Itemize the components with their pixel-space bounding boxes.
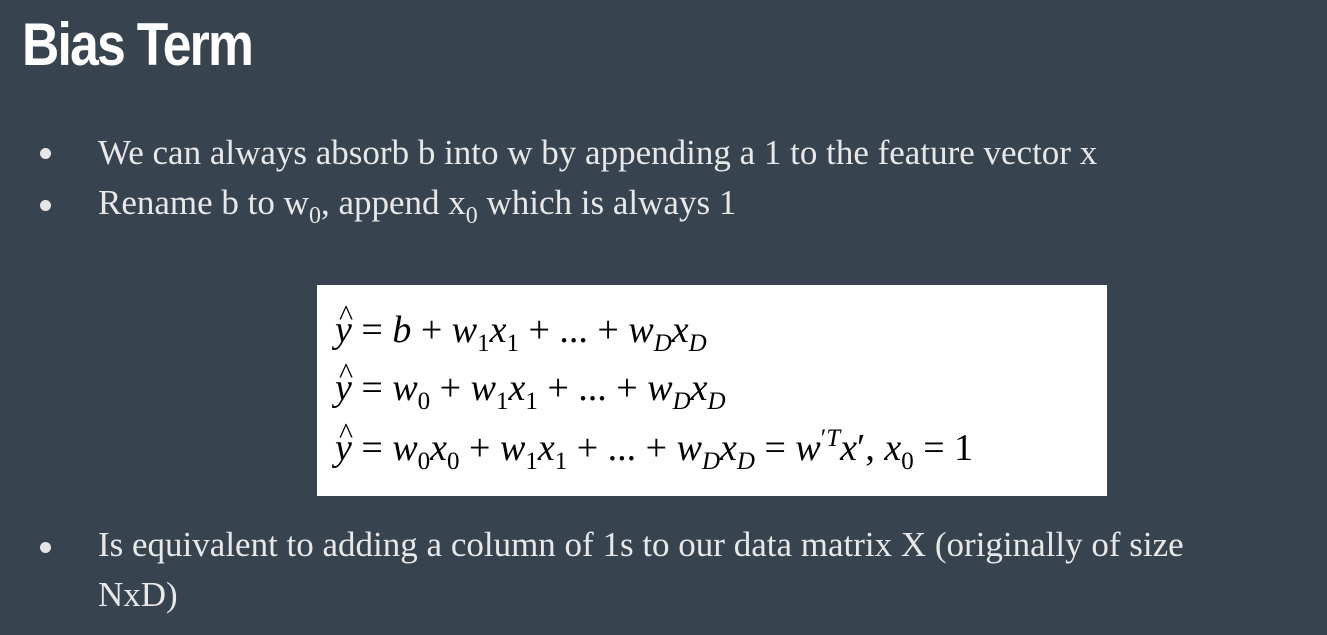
bullet-text-part: which is always 1 [477, 183, 737, 222]
bullet-text: We can always absorb b into w by appendi… [98, 133, 1098, 172]
slide-title: Bias Term [22, 11, 254, 78]
equation-line-1: y = b + w1x1 + ... + wDxD [335, 293, 707, 356]
bullet-dot-icon [40, 200, 51, 211]
bullet-dot-icon [40, 542, 51, 553]
bullet-text-line-2: NxD) [98, 575, 178, 614]
bullet-dot-icon [40, 148, 51, 159]
bullet-text-line-1: Is equivalent to adding a column of 1s t… [98, 525, 1184, 564]
equation-box: y = b + w1x1 + ... + wDxD y = w0 + w1x1 … [317, 285, 1107, 496]
equation-line-3: y = w0x0 + w1x1 + ... + wDxD = w′Tx′, x0… [335, 411, 973, 474]
bullet-text-part: Rename b to w [98, 183, 309, 222]
bullet-text: Rename b to w0, append x0 which is alway… [98, 178, 736, 228]
equation-line-2: y = w0 + w1x1 + ... + wDxD [335, 351, 726, 414]
subscript: 0 [308, 203, 321, 229]
bullet-text-part: , append x [320, 183, 466, 222]
bullet-text: Is equivalent to adding a column of 1s t… [98, 520, 1184, 620]
subscript: 0 [465, 203, 478, 229]
